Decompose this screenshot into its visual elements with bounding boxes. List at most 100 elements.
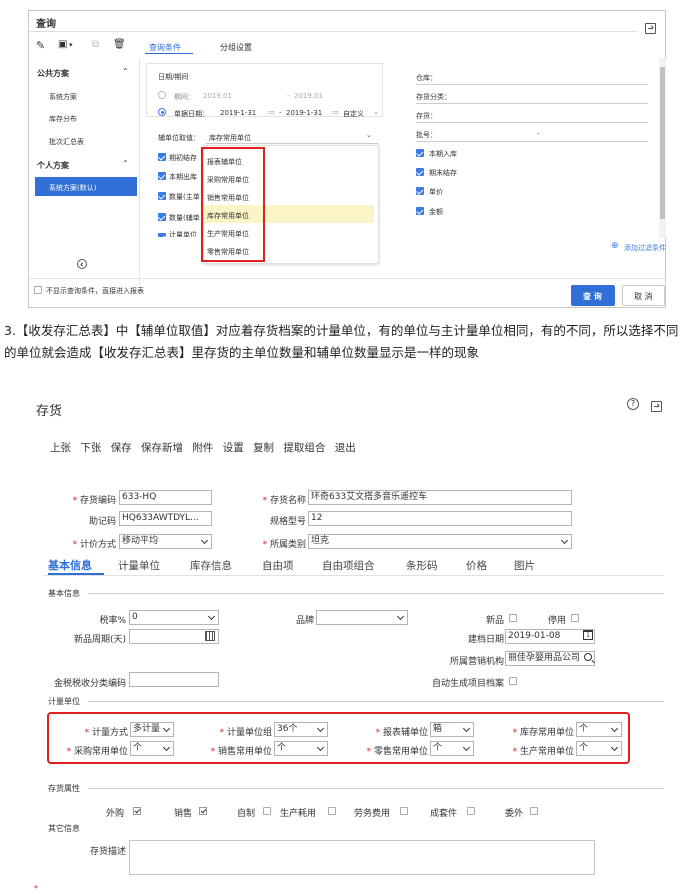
custom-select[interactable]: 自定义	[343, 109, 364, 119]
tab-price[interactable]: 价格	[466, 558, 487, 573]
calculator-icon[interactable]	[205, 631, 215, 641]
attr-self-made-checkbox[interactable]	[263, 807, 271, 815]
attachment-button[interactable]: 附件	[192, 442, 213, 454]
brand-select[interactable]	[316, 610, 408, 625]
check-unit[interactable]	[158, 233, 166, 237]
save-new-button[interactable]: 保存新增	[141, 442, 183, 454]
add-filter-link[interactable]: 添加过滤条件	[624, 243, 666, 253]
unit-group-select[interactable]: 36个	[274, 722, 328, 737]
tab-stock[interactable]: 库存信息	[190, 558, 232, 573]
chevron-down-icon[interactable]: ⌄	[366, 131, 372, 139]
next-button[interactable]: 下张	[80, 442, 101, 454]
check-aux-qty[interactable]	[158, 213, 166, 221]
attr-kit-checkbox[interactable]	[467, 807, 475, 815]
add-filter-icon[interactable]: ⊕	[611, 241, 619, 251]
tab-query-conditions[interactable]: 查询条件	[149, 42, 181, 53]
warehouse-input[interactable]	[416, 84, 648, 85]
copy-button[interactable]: 复制	[253, 442, 274, 454]
attr-kit-label: 成套件	[430, 809, 458, 819]
name-input[interactable]: 环奇633艾文搭多音乐遥控车	[308, 490, 572, 505]
tab-free-item[interactable]: 自由项	[262, 558, 294, 573]
code-input[interactable]: 633-HQ	[119, 490, 212, 505]
builddate-input[interactable]: 2019-01-08	[505, 629, 595, 644]
check-in[interactable]	[416, 149, 424, 157]
period-to[interactable]: 2019.01	[294, 92, 323, 100]
check-closing[interactable]	[416, 168, 424, 176]
period-from[interactable]: 2019.01	[203, 92, 232, 100]
attr-production-checkbox[interactable]	[328, 807, 336, 815]
pricing-select[interactable]: 移动平均	[119, 534, 212, 549]
copy-icon[interactable]: ⧉	[92, 39, 99, 50]
check-main-qty[interactable]	[158, 192, 166, 200]
disabled-checkbox[interactable]	[571, 614, 579, 622]
save-icon[interactable]: ▣	[58, 39, 67, 50]
delete-icon[interactable]: 🗑	[113, 39, 126, 50]
calendar-icon[interactable]: ▭	[268, 108, 275, 116]
mnemonic-input[interactable]: HQ633AWTDYL...	[119, 511, 212, 526]
chevron-down-icon[interactable]: ⌄	[373, 108, 379, 116]
category-label: * 所属类别	[262, 540, 306, 550]
taxcode-input[interactable]	[129, 672, 219, 687]
check-amount[interactable]	[416, 207, 424, 215]
spec-input[interactable]: 12	[308, 511, 572, 526]
docdate-from[interactable]: 2019-1-31	[220, 109, 256, 117]
docdate-to[interactable]: 2019-1-31	[286, 109, 322, 117]
docdate-radio[interactable]	[158, 108, 166, 116]
scrollbar-thumb[interactable]	[660, 67, 665, 219]
check-price[interactable]	[416, 187, 424, 195]
attr-outsourced-label: 委外	[505, 809, 524, 819]
collapse-icon[interactable]: ⌃	[122, 159, 129, 168]
tab-barcode[interactable]: 条形码	[406, 558, 438, 573]
exit-icon[interactable]	[645, 23, 656, 34]
sidebar-item-stock[interactable]: 库存分布	[49, 114, 77, 124]
check-out[interactable]	[158, 172, 166, 180]
aux-unit-select[interactable]: 库存常用单位	[209, 133, 251, 143]
save-button[interactable]: 保存	[111, 442, 132, 454]
collapse-icon[interactable]: ⌃	[122, 67, 129, 76]
period-radio[interactable]	[158, 91, 166, 99]
org-input[interactable]: 丽佳孕婴用品公司	[505, 651, 595, 666]
category-select[interactable]: 坦克	[308, 534, 572, 549]
inventory-input[interactable]	[416, 122, 648, 123]
desc-textarea[interactable]	[129, 840, 595, 875]
report-aux-select[interactable]: 箱	[430, 722, 474, 737]
new-checkbox[interactable]	[509, 614, 517, 622]
edit-icon[interactable]: ✎	[36, 39, 45, 52]
attr-outsourced-checkbox[interactable]	[530, 807, 538, 815]
tab-free-combo[interactable]: 自由项组合	[322, 558, 375, 573]
explanation-text: 3.【收发存汇总表】中【辅单位取值】对应着存货档案的计量单位，有的单位与主计量单…	[4, 323, 679, 360]
sidebar-item-system[interactable]: 系统方案	[49, 92, 77, 102]
attr-sales-checkbox[interactable]	[199, 807, 207, 815]
exit-button[interactable]: 退出	[335, 442, 356, 454]
skip-conditions-checkbox[interactable]	[34, 286, 42, 294]
sidebar-item-batch[interactable]: 批次汇总表	[49, 137, 84, 147]
extract-combo-button[interactable]: 提取组合	[283, 442, 325, 454]
tab-basic-info[interactable]: 基本信息	[48, 557, 92, 573]
check-opening[interactable]	[158, 153, 166, 161]
stock-common-select[interactable]: 个	[576, 722, 622, 737]
autogen-checkbox[interactable]	[509, 677, 517, 685]
unit-label-retail-common: * 零售常用单位	[366, 747, 428, 757]
batch-input[interactable]	[416, 141, 648, 142]
exit-icon[interactable]	[651, 401, 662, 412]
attr-purchase-checkbox[interactable]	[133, 807, 141, 815]
tax-select[interactable]: 0	[129, 610, 219, 625]
measure-mode-select[interactable]: 多计量	[130, 722, 174, 737]
chevron-down-icon[interactable]: ▾	[69, 41, 73, 49]
tab-image[interactable]: 图片	[514, 558, 535, 573]
calendar-icon[interactable]: 1	[583, 630, 593, 640]
calendar-icon[interactable]: ▭	[332, 108, 339, 116]
category-input[interactable]	[416, 103, 648, 104]
prev-button[interactable]: 上张	[50, 442, 71, 454]
check-unit-label: 计量单位	[169, 231, 197, 237]
attr-labor-checkbox[interactable]	[400, 807, 408, 815]
tab-group-settings[interactable]: 分组设置	[220, 42, 252, 53]
collapse-sidebar-icon[interactable]	[77, 259, 87, 269]
settings-button[interactable]: 设置	[223, 442, 244, 454]
sales-common-select[interactable]: 个	[274, 741, 328, 756]
retail-common-select[interactable]: 个	[430, 741, 474, 756]
tab-units[interactable]: 计量单位	[118, 558, 160, 573]
help-icon[interactable]: ?	[627, 398, 639, 410]
purchase-common-select[interactable]: 个	[130, 741, 174, 756]
production-common-select[interactable]: 个	[576, 741, 622, 756]
